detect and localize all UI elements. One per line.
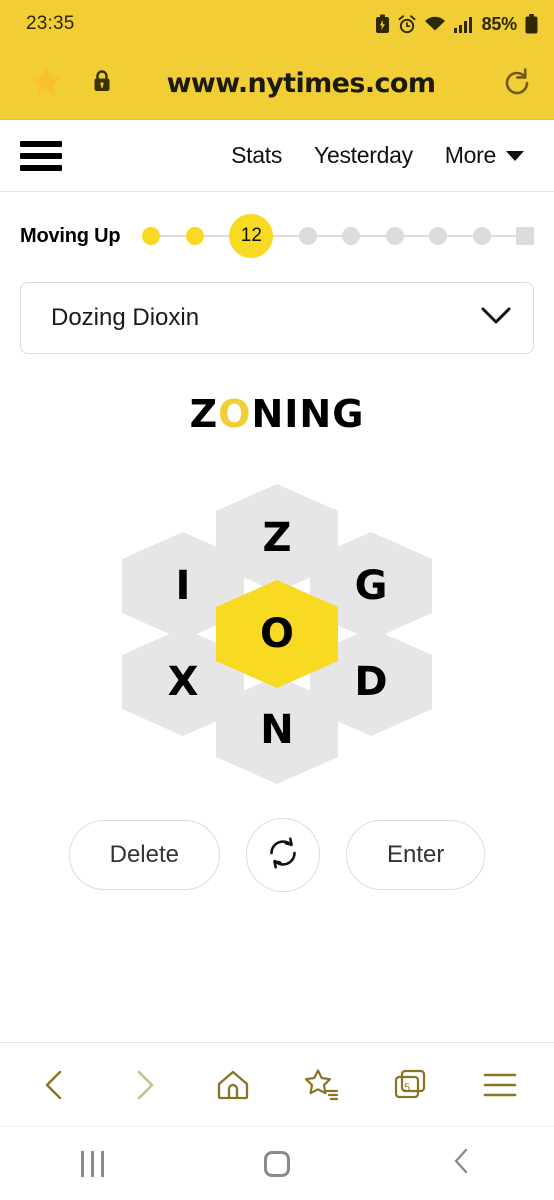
hive-center-letter: O — [259, 611, 294, 657]
battery-percent-label: 85% — [481, 13, 518, 34]
phone-screen: 23:35 85% www.nytimes.com Stats Yesterda… — [0, 0, 554, 1200]
progress-dot — [429, 227, 448, 245]
game-action-buttons: Delete Enter — [0, 804, 554, 892]
url-text[interactable]: www.nytimes.com — [112, 68, 490, 99]
recents-icon — [80, 1150, 104, 1177]
rank-progress-bar[interactable]: 12 — [142, 214, 535, 258]
chevron-down-icon[interactable] — [506, 150, 524, 161]
nav-link-stats[interactable]: Stats — [231, 142, 282, 169]
cellular-signal-icon — [453, 16, 474, 33]
enter-button[interactable]: Enter — [346, 820, 486, 890]
android-recents-button[interactable] — [0, 1150, 185, 1177]
nav-link-more-label[interactable]: More — [445, 142, 497, 169]
typed-word-after: NING — [251, 392, 365, 436]
status-clock: 23:35 — [26, 13, 75, 34]
progress-track — [148, 235, 528, 237]
reload-icon[interactable] — [500, 64, 534, 103]
back-icon — [450, 1147, 474, 1180]
browser-back-button[interactable] — [25, 1055, 85, 1115]
home-icon — [264, 1150, 290, 1177]
battery-saver-icon — [375, 14, 390, 34]
browser-home-button[interactable] — [203, 1055, 263, 1115]
hive-letter: X — [167, 659, 199, 705]
status-icons: 85% — [375, 14, 538, 35]
nav-link-more[interactable]: More — [445, 142, 524, 169]
wifi-icon — [424, 16, 446, 33]
hive-area: Z I G X D N O — [0, 474, 554, 804]
typed-word-before: Z — [189, 392, 219, 436]
letter-hive: Z I G X D N O — [122, 474, 432, 794]
hive-letter: N — [260, 707, 294, 753]
hive-letter: Z — [262, 515, 292, 561]
shuffle-icon — [263, 833, 303, 878]
android-navigation-bar — [0, 1126, 554, 1200]
alarm-icon — [398, 14, 416, 34]
nav-link-yesterday[interactable]: Yesterday — [314, 142, 413, 169]
hive-letter: I — [175, 563, 191, 609]
browser-bookmarks-button[interactable] — [292, 1055, 352, 1115]
current-score-badge[interactable]: 12 — [229, 214, 274, 258]
browser-tabs-button[interactable]: 5 — [381, 1055, 441, 1115]
progress-dot — [385, 227, 404, 245]
rank-progress-row[interactable]: Moving Up 12 — [0, 192, 554, 276]
lock-icon[interactable] — [92, 69, 112, 98]
typed-word: ZONING — [190, 392, 365, 436]
star-icon[interactable] — [30, 66, 62, 102]
progress-dot — [472, 227, 491, 245]
shuffle-button[interactable] — [246, 818, 320, 892]
delete-button[interactable]: Delete — [68, 820, 220, 890]
android-status-bar: 23:35 85% — [0, 0, 554, 48]
typed-word-area: ZONING — [0, 354, 554, 474]
queen-bee-marker — [516, 227, 535, 245]
found-words-summary: Dozing Dioxin — [51, 304, 200, 331]
hive-letter: G — [354, 563, 388, 609]
battery-icon — [525, 14, 538, 34]
browser-url-bar[interactable]: www.nytimes.com — [0, 48, 554, 120]
android-home-button[interactable] — [185, 1150, 370, 1177]
hamburger-icon[interactable] — [20, 140, 62, 171]
browser-bottom-toolbar: 5 — [0, 1042, 554, 1126]
tab-count-label: 5 — [403, 1082, 409, 1094]
browser-forward-button[interactable] — [114, 1055, 174, 1115]
game-nav-links: Stats Yesterday More — [231, 142, 524, 169]
progress-dot-completed — [142, 227, 161, 245]
rank-label: Moving Up — [20, 224, 121, 247]
typed-word-center-letter: O — [218, 392, 252, 436]
chevron-down-icon[interactable] — [481, 307, 511, 330]
progress-dot-completed — [185, 227, 204, 245]
hive-letter: D — [354, 659, 388, 705]
progress-dot — [342, 227, 361, 245]
progress-dot — [298, 227, 317, 245]
found-words-dropdown[interactable]: Dozing Dioxin — [20, 282, 534, 354]
browser-menu-button[interactable] — [470, 1055, 530, 1115]
game-top-nav: Stats Yesterday More — [0, 120, 554, 192]
android-back-button[interactable] — [369, 1147, 554, 1180]
